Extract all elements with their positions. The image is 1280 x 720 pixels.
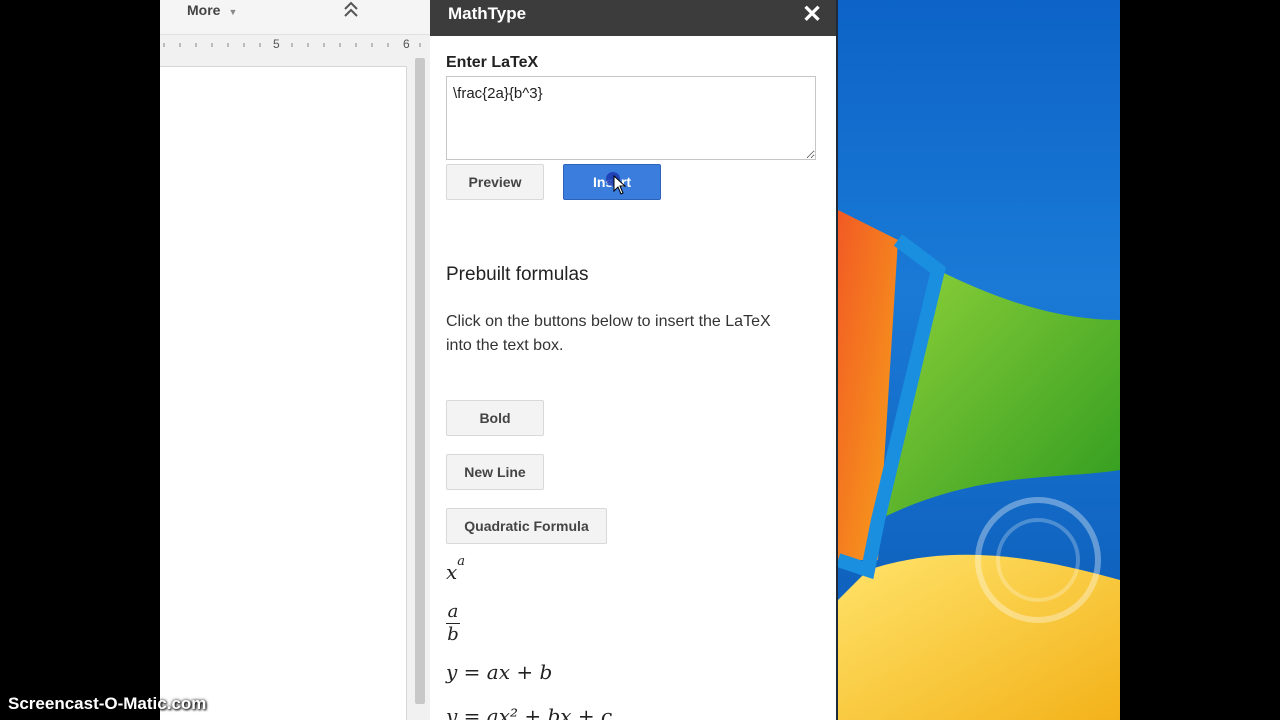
collapse-toolbar-icon[interactable] — [341, 0, 361, 20]
more-menu-button[interactable]: More ▼ — [187, 2, 237, 18]
panel-header: MathType ✕ — [430, 0, 836, 36]
preview-button[interactable]: Preview — [446, 164, 544, 200]
latex-input[interactable]: \frac{2a}{b^3} — [446, 76, 816, 160]
letterbox-right — [1120, 0, 1280, 720]
panel-title: MathType — [448, 4, 527, 23]
close-icon[interactable]: ✕ — [802, 0, 822, 29]
latex-label: Enter LaTeX — [446, 54, 539, 71]
fraction-denominator: b — [447, 624, 459, 645]
prebuilt-formulas-title: Prebuilt formulas — [446, 264, 589, 285]
ruler-number-6: 6 — [403, 37, 410, 51]
more-label: More — [187, 2, 221, 18]
formula-fraction[interactable]: a b — [446, 598, 460, 644]
doc-toolbar: More ▼ — [160, 0, 430, 35]
formula-linear[interactable]: y = ax + b — [446, 660, 552, 684]
fraction-numerator: a — [447, 601, 459, 622]
mathtype-panel: MathType ✕ Enter LaTeX \frac{2a}{b^3} Pr… — [430, 0, 838, 720]
quadratic-formula-button[interactable]: Quadratic Formula — [446, 508, 607, 544]
bold-button[interactable]: Bold — [446, 400, 544, 436]
ruler: 5 6 — [160, 35, 430, 55]
ruler-ticks — [163, 43, 421, 47]
formula-quadratic[interactable]: y = ax² + bx + c — [446, 704, 612, 720]
document-area: More ▼ 5 6 — [160, 0, 430, 720]
caret-down-icon: ▼ — [228, 7, 238, 17]
power-base: x — [446, 560, 458, 584]
fraction: a b — [446, 603, 460, 644]
mouse-cursor-icon — [613, 175, 627, 195]
desktop-background — [838, 0, 1120, 720]
new-line-button[interactable]: New Line — [446, 454, 544, 490]
formula-power[interactable]: xa — [446, 554, 465, 584]
ruler-number-5: 5 — [273, 37, 280, 51]
watermark: Screencast-O-Matic.com — [8, 694, 207, 713]
power-exponent: a — [457, 554, 466, 569]
document-page[interactable] — [160, 66, 407, 720]
windows-logo-wallpaper — [838, 210, 1120, 720]
help-text: Click on the buttons below to insert the… — [446, 313, 771, 354]
doc-scrollbar[interactable] — [415, 58, 425, 704]
